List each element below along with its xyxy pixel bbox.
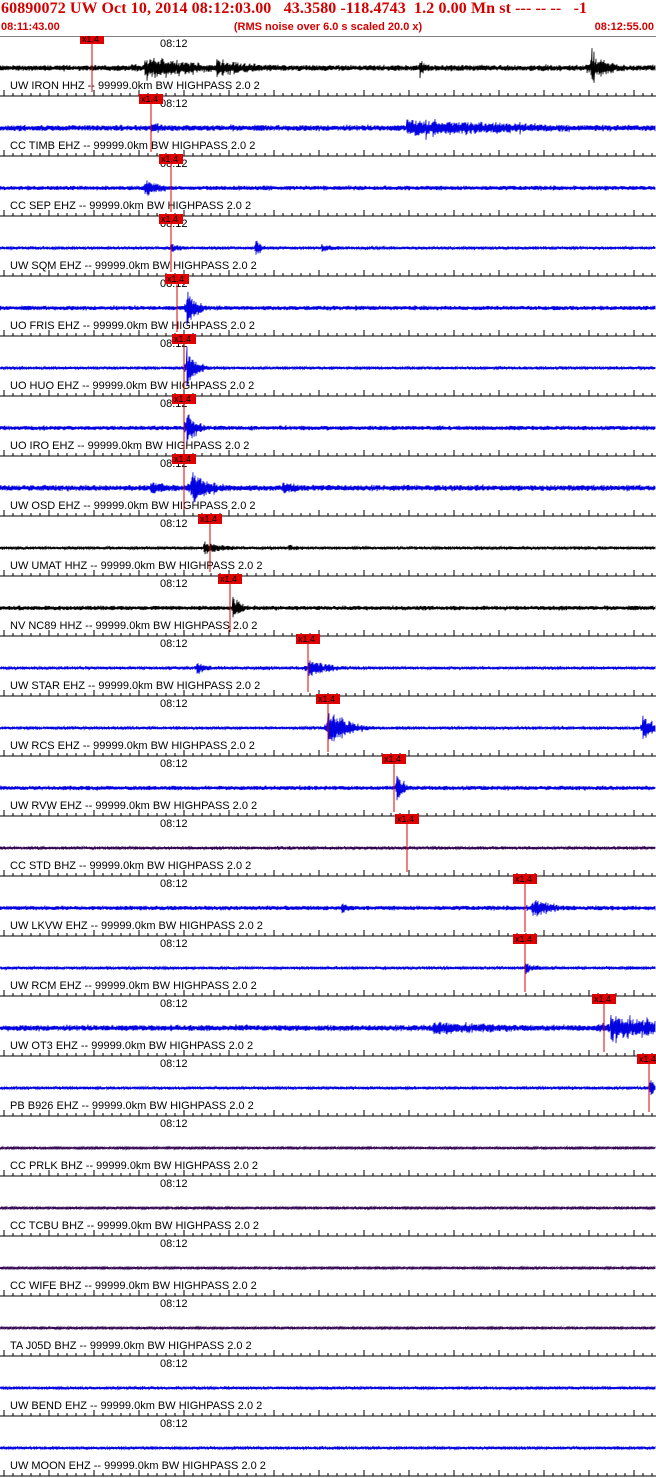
pick-tag-label: x1.4 bbox=[515, 874, 532, 884]
station-label: PB B926 EHZ -- 99999.0km BW HIGHPASS 2.0… bbox=[10, 1100, 254, 1112]
station-label: CC TIMB EHZ -- 99999.0km BW HIGHPASS 2.0… bbox=[10, 140, 255, 152]
waveform-trace bbox=[0, 180, 656, 196]
waveform-trace bbox=[0, 1325, 656, 1331]
pick-tag-label: x1.4 bbox=[82, 36, 99, 44]
time-tick-label: 08:12 bbox=[160, 758, 188, 770]
station-label: UW UMAT HHZ -- 99999.0km BW HIGHPASS 2.0… bbox=[10, 560, 262, 572]
station-label: UW STAR EHZ -- 99999.0km BW HIGHPASS 2.0… bbox=[10, 680, 260, 692]
waveform-trace bbox=[0, 596, 656, 618]
time-tick-label: 08:12 bbox=[160, 1118, 188, 1130]
station-label: UW BEND EHZ -- 99999.0km BW HIGHPASS 2.0… bbox=[10, 1400, 262, 1412]
time-tick-label: 08:12 bbox=[160, 998, 188, 1010]
pick-tag-label: x1.4 bbox=[200, 514, 217, 524]
station-label: UW MOON EHZ -- 99999.0km BW HIGHPASS 2.0… bbox=[10, 1460, 266, 1472]
waveform-trace bbox=[0, 775, 656, 801]
seismogram-plot: 08:12 UW IRON HHZ -- 99999.0km BW HIGHPAS… bbox=[0, 36, 656, 1477]
time-tick-label: 08:12 bbox=[160, 938, 188, 950]
pick-tag-label: x1.4 bbox=[174, 334, 191, 344]
station-label: TA J05D BHZ -- 99999.0km BW HIGHPASS 2.0… bbox=[10, 1340, 252, 1352]
event-title: 60890072 UW Oct 10, 2014 08:12:03.00 43.… bbox=[1, 0, 588, 17]
time-tick-label: 08:12 bbox=[160, 698, 188, 710]
waveform-trace bbox=[0, 1080, 656, 1096]
station-label: UW RCM EHZ -- 99999.0km BW HIGHPASS 2.0 … bbox=[10, 980, 257, 992]
time-tick-label: 08:12 bbox=[160, 1178, 188, 1190]
station-label: UW SQM EHZ -- 99999.0km BW HIGHPASS 2.0 … bbox=[10, 260, 257, 272]
waveform-trace bbox=[0, 118, 656, 140]
time-tick-label: 08:12 bbox=[160, 878, 188, 890]
time-tick-label: 08:12 bbox=[160, 818, 188, 830]
time-tick-label: 08:12 bbox=[160, 38, 188, 50]
pick-tag-label: x1.4 bbox=[220, 574, 237, 584]
pick-tag-label: x1.4 bbox=[594, 994, 611, 1004]
time-tick-label: 08:12 bbox=[160, 1298, 188, 1310]
time-tick-label: 08:12 bbox=[160, 638, 188, 650]
pick-tag-label: x1.4 bbox=[384, 754, 401, 764]
waveform-trace bbox=[0, 472, 656, 503]
time-tick-label: 08:12 bbox=[160, 98, 188, 110]
waveform-trace bbox=[0, 48, 656, 83]
pick-tag-label: x1.4 bbox=[167, 274, 184, 284]
time-tick-label: 08:12 bbox=[160, 1418, 188, 1430]
waveform-trace bbox=[0, 845, 656, 851]
waveform-trace bbox=[0, 963, 656, 974]
pick-tag-label: x1.4 bbox=[318, 694, 335, 704]
pick-tag-label: x1.4 bbox=[174, 454, 191, 464]
pick-tag-label: x1.4 bbox=[161, 214, 178, 224]
pick-tag-label: x1.4 bbox=[397, 814, 414, 824]
time-tick-label: 08:12 bbox=[160, 1238, 188, 1250]
pick-tag-label: x1.4 bbox=[515, 934, 532, 944]
pick-tag-label: x1.4 bbox=[298, 634, 315, 644]
pick-tag-label: x1.4 bbox=[161, 154, 178, 164]
pick-tag-label: x1.4 bbox=[174, 394, 191, 404]
time-tick-label: 08:12 bbox=[160, 578, 188, 590]
waveform-trace bbox=[0, 1265, 656, 1271]
station-label: UW RCS EHZ -- 99999.0km BW HIGHPASS 2.0 … bbox=[10, 740, 255, 752]
station-label: UO HUO EHZ -- 99999.0km BW HIGHPASS 2.0 … bbox=[10, 380, 254, 392]
waveform-trace bbox=[0, 1145, 656, 1151]
station-label: UW IRON HHZ -- 99999.0km BW HIGHPASS 2.0… bbox=[10, 80, 260, 92]
plot-header: 60890072 UW Oct 10, 2014 08:12:03.00 43.… bbox=[0, 0, 656, 36]
station-label: NV NC89 HHZ -- 99999.0km BW HIGHPASS 2.0… bbox=[10, 620, 257, 632]
station-label: UW OSD EHZ -- 99999.0km BW HIGHPASS 2.0 … bbox=[10, 500, 256, 512]
waveform-trace bbox=[0, 541, 656, 555]
time-tick-label: 08:12 bbox=[160, 1058, 188, 1070]
waveform-trace bbox=[0, 660, 656, 676]
station-label: CC PRLK BHZ -- 99999.0km BW HIGHPASS 2.0… bbox=[10, 1160, 258, 1172]
station-label: CC SEP EHZ -- 99999.0km BW HIGHPASS 2.0 … bbox=[10, 200, 251, 212]
station-label: UW RVW EHZ -- 99999.0km BW HIGHPASS 2.0 … bbox=[10, 800, 257, 812]
waveform-trace bbox=[0, 1205, 656, 1211]
station-label: CC STD BHZ -- 99999.0km BW HIGHPASS 2.0 … bbox=[10, 860, 251, 872]
pick-tag-label: x1.4 bbox=[639, 1054, 656, 1064]
station-label: UW OT3 EHZ -- 99999.0km BW HIGHPASS 2.0 … bbox=[10, 1040, 253, 1052]
waveform-trace bbox=[0, 240, 656, 255]
station-label: UO IRO EHZ -- 99999.0km BW HIGHPASS 2.0 … bbox=[10, 440, 249, 452]
waveform-trace bbox=[0, 1014, 656, 1044]
scaling-subtitle: (RMS noise over 6.0 s scaled 20.0 x) bbox=[233, 21, 423, 33]
waveform-trace bbox=[0, 1385, 656, 1391]
station-label: UO FRIS EHZ -- 99999.0km BW HIGHPASS 2.0… bbox=[10, 320, 255, 332]
waveform-trace bbox=[0, 900, 656, 917]
waveform-trace bbox=[0, 1445, 656, 1451]
time-tick-label: 08:12 bbox=[160, 518, 188, 530]
end-time-label: 08:12:55.00 bbox=[594, 21, 654, 33]
station-label: CC WIFE BHZ -- 99999.0km BW HIGHPASS 2.0… bbox=[10, 1280, 257, 1292]
station-label: CC TCBU BHZ -- 99999.0km BW HIGHPASS 2.0… bbox=[10, 1220, 259, 1232]
pick-tag-label: x1.4 bbox=[141, 94, 158, 104]
time-tick-label: 08:12 bbox=[160, 1358, 188, 1370]
station-label: UW LKVW EHZ -- 99999.0km BW HIGHPASS 2.0… bbox=[10, 920, 263, 932]
